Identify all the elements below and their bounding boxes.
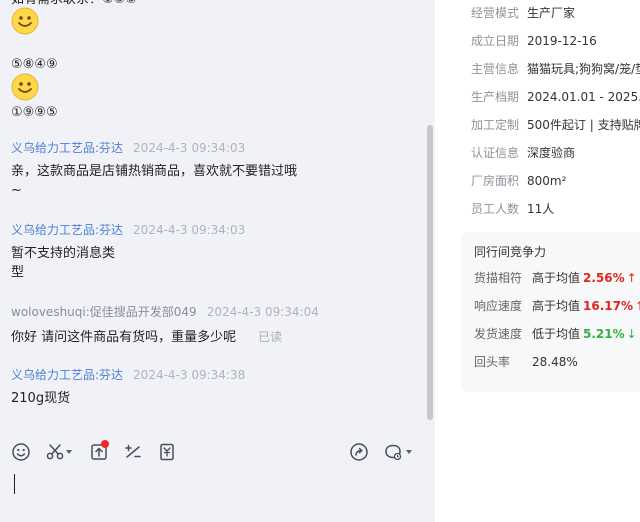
info-value: 500件起订 | 支持贴牌 <box>527 118 640 132</box>
message-text: ①⑨⑨⑤ <box>11 105 58 120</box>
chevron-down-icon[interactable] <box>66 450 72 454</box>
read-status: 已读 <box>258 330 283 344</box>
info-key: 经营模式 <box>471 6 520 20</box>
arrow-down-icon: ↓ <box>626 327 637 341</box>
compete-pct: 16.17% <box>583 299 633 313</box>
message-text: 亲，这款商品是店铺热销商品，喜欢就不要错过哦 <box>11 164 298 179</box>
arrow-up-icon: ↑ <box>635 299 640 313</box>
message-time: 2024-4-3 09:34:03 <box>133 223 246 237</box>
compete-row-shipping-speed: 发货速度 低于均值 5.21% ↓ <box>474 326 637 342</box>
message-text: 暂不支持的消息类 <box>11 246 116 261</box>
info-value: 2024.01.01 - 2025.01 <box>527 90 640 104</box>
message-time: 2024-4-3 09:34:04 <box>206 305 319 319</box>
scissors-icon[interactable] <box>45 442 65 462</box>
message-meta: 义乌给力工艺品:芬达 2024-4-3 09:34:03 <box>11 222 245 238</box>
info-row-customization: 加工定制 500件起订 | 支持贴牌 <box>471 117 640 133</box>
info-key: 主营信息 <box>471 62 520 76</box>
message-meta: 义乌给力工艺品:芬达 2024-4-3 09:34:03 <box>11 140 245 156</box>
compete-key: 回头率 <box>474 355 511 369</box>
smile-emoji <box>11 7 39 35</box>
info-row-business-mode: 经营模式 生产厂家 <box>471 5 575 21</box>
message-text: 型 <box>11 265 25 280</box>
compete-compare: 28.48% <box>532 355 578 369</box>
notification-dot <box>101 440 109 448</box>
sender-name[interactable]: 义乌给力工艺品:芬达 <box>11 368 123 382</box>
info-value: 2019-12-16 <box>527 34 597 48</box>
competitiveness-title: 同行间竞争力 <box>474 245 547 259</box>
message-list[interactable]: 如有需求联系！①⑤⑤ ⑤⑧④⑨ ①⑨⑨⑤ 义乌给力工艺品:芬达2024-4-3 … <box>0 0 425 432</box>
info-row-main-products: 主营信息 猫猫玩具;狗狗窝/笼/垫 <box>471 61 640 77</box>
compete-row-repeat-rate: 回头率 28.48% <box>474 354 578 370</box>
text-cursor <box>14 474 15 494</box>
sender-name[interactable]: 义乌给力工艺品:芬达 <box>11 223 123 237</box>
info-key: 厂房面积 <box>471 174 520 188</box>
compete-compare: 高于均值 <box>532 299 581 313</box>
info-key: 成立日期 <box>471 34 520 48</box>
smiley-icon[interactable] <box>11 442 31 462</box>
message-input[interactable] <box>0 470 425 522</box>
info-row-factory-area: 厂房面积 800m² <box>471 173 566 189</box>
info-value: 11人 <box>527 202 555 216</box>
chat-panel: 如有需求联系！①⑤⑤ ⑤⑧④⑨ ①⑨⑨⑤ 义乌给力工艺品:芬达2024-4-3 … <box>0 0 435 522</box>
info-key: 认证信息 <box>471 146 520 160</box>
info-row-founded: 成立日期 2019-12-16 <box>471 33 597 49</box>
compete-row-response-speed: 响应速度高于均值16.17%↑ <box>474 298 640 314</box>
chevron-down-icon[interactable] <box>406 450 412 454</box>
compete-compare: 低于均值 <box>532 327 581 341</box>
scrollbar-thumb[interactable] <box>427 125 433 420</box>
info-key: 加工定制 <box>471 118 520 132</box>
compete-row-description-match: 货描相符 高于均值 2.56% ↑ <box>474 270 637 286</box>
arrow-up-icon: ↑ <box>626 271 637 285</box>
more-chat-icon[interactable] <box>383 442 403 462</box>
message-meta: 义乌给力工艺品:芬达 2024-4-3 09:34:38 <box>11 367 245 383</box>
info-key: 员工人数 <box>471 202 520 216</box>
message-text: ~ <box>11 183 22 198</box>
compete-key: 货描相符 <box>474 271 523 285</box>
info-row-certification: 认证信息 深度验商 <box>471 145 575 161</box>
compete-pct: 5.21% <box>583 327 625 341</box>
info-row-staff-count: 员工人数 11人 <box>471 201 554 217</box>
compete-pct: 2.56% <box>583 271 625 285</box>
coupon-icon[interactable] <box>157 442 177 462</box>
smile-emoji <box>11 73 39 101</box>
message-meta: woloveshuqi:促佳搜品开发部049 2024-4-3 09:34:04 <box>11 304 319 320</box>
sender-name[interactable]: 义乌给力工艺品:芬达 <box>11 141 123 155</box>
message-text: 你好 请问这件商品有货吗，重量多少呢 <box>11 330 237 345</box>
info-key: 生产档期 <box>471 90 520 104</box>
info-row-production-schedule: 生产档期 2024.01.01 - 2025.01 <box>471 89 640 105</box>
info-value: 猫猫玩具;狗狗窝/笼/垫 <box>527 62 640 76</box>
message-time: 2024-4-3 09:34:03 <box>133 141 246 155</box>
info-value: 生产厂家 <box>527 6 576 20</box>
compete-key: 发货速度 <box>474 327 523 341</box>
quick-phrase-icon[interactable] <box>123 442 143 462</box>
share-icon[interactable] <box>349 442 369 462</box>
info-value: 深度验商 <box>527 146 576 160</box>
info-value: 800m² <box>527 174 567 188</box>
message-text: 210g现货 <box>11 391 71 406</box>
compete-key: 响应速度 <box>474 299 523 313</box>
compete-compare: 高于均值 <box>532 271 581 285</box>
message-text: ⑤⑧④⑨ <box>11 57 58 72</box>
chat-toolbar <box>0 432 425 470</box>
message-time: 2024-4-3 09:34:38 <box>133 368 246 382</box>
message-text-row: 你好 请问这件商品有货吗，重量多少呢 已读 <box>11 328 282 347</box>
sender-name[interactable]: woloveshuqi:促佳搜品开发部049 <box>11 305 197 319</box>
